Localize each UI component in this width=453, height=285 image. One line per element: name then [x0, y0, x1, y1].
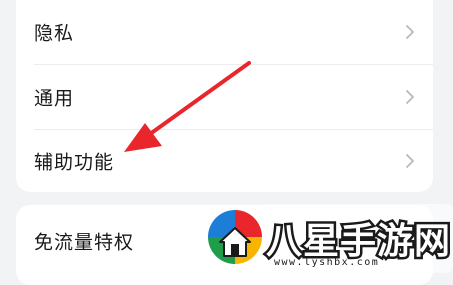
chevron-right-icon	[406, 25, 414, 39]
watermark-url: www.lyshbx.com	[274, 257, 380, 268]
settings-row-general[interactable]: 通用	[16, 65, 433, 129]
settings-row-accessibility[interactable]: 辅助功能	[16, 129, 433, 192]
settings-row-privacy[interactable]: 隐私	[16, 0, 433, 64]
settings-row-label: 通用	[34, 87, 75, 110]
settings-row-label: 辅助功能	[34, 151, 115, 174]
settings-row-label: 免流量特权	[34, 231, 135, 254]
watermark: 八星手游网 www.lyshbx.com	[200, 200, 453, 273]
settings-card-general: 隐私 通用 辅助功能	[16, 0, 433, 192]
settings-row-label: 隐私	[34, 22, 75, 45]
chevron-right-icon	[406, 154, 414, 168]
house-logo-icon	[206, 208, 264, 266]
chevron-right-icon	[406, 90, 414, 104]
